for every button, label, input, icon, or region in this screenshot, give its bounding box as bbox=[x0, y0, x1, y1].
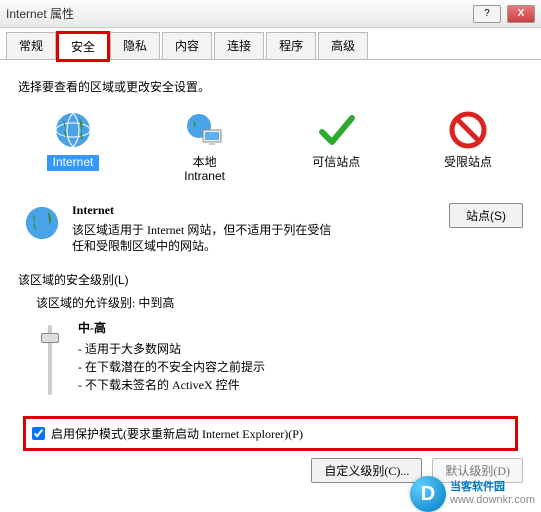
zone-description-row: Internet 该区域适用于 Internet 网站，但不适用于列在受信任和受… bbox=[22, 203, 523, 256]
zone-trusted[interactable]: 可信站点 bbox=[291, 105, 381, 189]
custom-level-button[interactable]: 自定义级别(C)... bbox=[311, 458, 422, 483]
zone-list: Internet 本地 Intranet 可信站点 受限站点 bbox=[28, 105, 513, 189]
forbidden-icon bbox=[447, 109, 489, 151]
title-bar: Internet 属性 ? X bbox=[0, 0, 541, 28]
security-slider[interactable] bbox=[38, 319, 62, 409]
window-buttons: ? X bbox=[473, 5, 535, 23]
zone-internet[interactable]: Internet bbox=[28, 105, 118, 189]
check-icon bbox=[315, 109, 357, 151]
watermark-url: www.downkr.com bbox=[450, 494, 535, 507]
globe-icon bbox=[52, 109, 94, 151]
watermark: D 当客软件园 www.downkr.com bbox=[410, 476, 535, 512]
allowed-levels-label: 该区域的允许级别: 中到高 bbox=[36, 294, 523, 311]
security-level-section: 该区域的安全级别(L) 该区域的允许级别: 中到高 中-高 - 适用于大多数网站… bbox=[18, 271, 523, 483]
level-name: 中-高 bbox=[78, 319, 265, 336]
tab-connections[interactable]: 连接 bbox=[214, 32, 264, 59]
zone-instruction: 选择要查看的区域或更改安全设置。 bbox=[18, 78, 523, 95]
help-button[interactable]: ? bbox=[473, 5, 501, 23]
tab-advanced[interactable]: 高级 bbox=[318, 32, 368, 59]
watermark-name: 当客软件园 bbox=[450, 481, 535, 494]
tab-content[interactable]: 内容 bbox=[162, 32, 212, 59]
protected-mode-checkbox[interactable] bbox=[32, 427, 45, 440]
tab-general[interactable]: 常规 bbox=[6, 32, 56, 59]
bullet: - 不下载未签名的 ActiveX 控件 bbox=[78, 376, 265, 394]
bullet: - 适用于大多数网站 bbox=[78, 340, 265, 358]
sites-button[interactable]: 站点(S) bbox=[449, 203, 523, 228]
tab-programs[interactable]: 程序 bbox=[266, 32, 316, 59]
zone-description: 该区域适用于 Internet 网站，但不适用于列在受信任和受限制区域中的网站。 bbox=[72, 222, 332, 256]
slider-row: 中-高 - 适用于大多数网站 - 在下载潜在的不安全内容之前提示 - 不下载未签… bbox=[38, 319, 523, 409]
tab-panel-security: 选择要查看的区域或更改安全设置。 Internet 本地 Intranet 可信… bbox=[0, 60, 541, 493]
tab-strip: 常规 安全 隐私 内容 连接 程序 高级 bbox=[0, 28, 541, 60]
slider-description: 中-高 - 适用于大多数网站 - 在下载潜在的不安全内容之前提示 - 不下载未签… bbox=[78, 319, 265, 394]
zone-label: 受限站点 bbox=[438, 155, 498, 171]
close-button[interactable]: X bbox=[507, 5, 535, 23]
window-title: Internet 属性 bbox=[6, 5, 473, 22]
slider-thumb[interactable] bbox=[41, 333, 59, 343]
zone-name: Internet bbox=[72, 203, 439, 218]
watermark-logo-icon: D bbox=[410, 476, 446, 512]
security-level-label: 该区域的安全级别(L) bbox=[18, 271, 523, 288]
level-bullets: - 适用于大多数网站 - 在下载潜在的不安全内容之前提示 - 不下载未签名的 A… bbox=[78, 340, 265, 394]
zone-description-text: Internet 该区域适用于 Internet 网站，但不适用于列在受信任和受… bbox=[72, 203, 439, 256]
zone-restricted[interactable]: 受限站点 bbox=[423, 105, 513, 189]
protected-mode-row: 启用保护模式(要求重新启动 Internet Explorer)(P) bbox=[26, 419, 515, 448]
zone-label: 可信站点 bbox=[306, 155, 366, 171]
bullet: - 在下载潜在的不安全内容之前提示 bbox=[78, 358, 265, 376]
globe-monitor-icon bbox=[184, 109, 226, 151]
zone-intranet[interactable]: 本地 Intranet bbox=[160, 105, 250, 189]
globe-icon bbox=[22, 203, 62, 243]
zone-label: Internet bbox=[47, 155, 100, 171]
tab-privacy[interactable]: 隐私 bbox=[110, 32, 160, 59]
slider-track bbox=[48, 325, 52, 395]
zone-label: 本地 Intranet bbox=[178, 155, 231, 185]
protected-mode-label[interactable]: 启用保护模式(要求重新启动 Internet Explorer)(P) bbox=[51, 425, 303, 442]
tab-security[interactable]: 安全 bbox=[58, 33, 108, 60]
